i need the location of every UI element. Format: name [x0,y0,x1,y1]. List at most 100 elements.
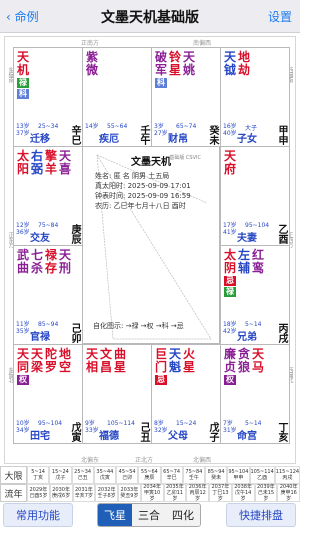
year-cell[interactable]: 2029年 己酉5岁 [27,484,50,502]
year-cell[interactable]: 2032年 壬子8岁 [95,484,118,502]
year-cell[interactable]: 2034年 甲寅10岁 [140,484,164,502]
limit-cell[interactable]: 45~54 己卯 [116,466,139,484]
year-cell[interactable]: 2035年 乙卯11岁 [163,484,187,502]
star-name: 地劫 [238,50,251,77]
star-name: 红鸾 [252,248,265,275]
year-cell[interactable]: 2039年 己未15岁 [254,484,278,502]
palace-cell[interactable]: 破军科铃星天姚 3岁 27岁 65~74 财帛 癸未 [151,47,221,147]
palace-cell[interactable]: 太阴忌禄左辅红鸾 18岁 42岁 5~14 兄弟 丙戌 [220,245,290,345]
star-name: 天机禄科 [17,50,30,99]
star-name: 天钺 [224,50,237,77]
palace-decade: 5~14 [245,321,262,328]
limit-cell[interactable]: 95~104 甲申 [227,466,250,484]
palace-cell[interactable]: 天府 17岁 41岁 95~104 夫妻 乙酉 [220,146,290,246]
limit-cell[interactable]: 65~74 辛巳 [160,466,183,484]
palace-cell[interactable]: 武曲七杀禄存天刑 11岁 35岁 85~94 官禄 己卯 [13,245,83,345]
palace-cell[interactable]: 廉贞权贪狼天马 7岁 31岁 5~14 命宫 丁亥 [220,344,290,444]
year-cell[interactable]: 2033年 癸丑9岁 [118,484,141,502]
limit-cell[interactable]: 5~14 丁亥 [27,466,50,484]
year-cell[interactable]: 2040年 庚申16岁 [277,484,300,502]
palace-footer: 10岁 34岁 95~104 田宅 戊寅 [16,420,80,442]
star-name: 禄存 [45,248,58,275]
star-name: 天府 [224,149,237,176]
year-cell[interactable]: 2036年 丙辰12岁 [186,484,209,502]
star-name: 擎羊 [45,149,58,176]
palace-stem-branch: 甲申 [276,125,287,145]
palace-decade: 105~114 [107,420,135,427]
view-mode-option[interactable]: 四化 [166,504,200,526]
transform-badge: 权 [17,375,30,385]
center-info-line: 姓名: 匿 名 阴男 土五局 [95,172,170,180]
view-mode-option[interactable]: 飞星 [98,504,132,526]
limit-cell[interactable]: 15~24 戊子 [49,466,72,484]
palace-name: 兄弟 [237,332,257,343]
palace-cell[interactable]: 天同权天梁陀罗地空 10岁 34岁 95~104 田宅 戊寅 [13,344,83,444]
palace-decade: 15~24 [176,420,197,427]
star-name: 陀罗 [45,347,58,374]
limit-cell[interactable]: 105~114 乙酉 [249,466,275,484]
center-info-line: 真太阳时: 2025-09-09 17:01 [95,182,191,190]
palace-cell[interactable]: 太阳右弼擎羊天喜 12岁 36岁 75~84 交友 庚辰 [13,146,83,246]
year-cells: 2029年 己酉5岁 2030年 庚戌6岁 2031年 辛亥7岁 2032年 壬子8岁… [27,484,300,502]
star-name: 地空 [59,347,72,374]
common-functions-button[interactable]: 常用功能 [3,503,73,527]
palace-footer: 8岁 32岁 15~24 父母 戊子 [154,420,218,442]
direction-label: 南偏西 [193,40,212,47]
palace-stem-branch: 戊子 [207,422,218,442]
palace-decade: 95~104 [245,222,270,229]
star-name: 太阳 [17,149,30,176]
direction-label: 北偏东 [81,457,100,464]
app-root: { "nav": {"back": "命例", "title": "文墨天机基础… [0,0,301,533]
palace-name: 官禄 [30,332,50,343]
year-cell[interactable]: 2030年 庚戌6岁 [49,484,73,502]
palace-footer: 7岁 31岁 5~14 命宫 丁亥 [223,420,287,442]
center-info-line: 钟表时间: 2025-09-09 16:59 [95,192,191,200]
star-name: 天姚 [183,50,196,77]
palace-stars: 廉贞权贪狼天马 [224,348,264,385]
palace-cell[interactable]: 紫微 14岁 55~64 疾厄 壬午 [82,47,152,147]
limit-cell[interactable]: 115~124 丙戌 [274,466,301,484]
palace-name: 迁移 [30,134,50,145]
palace-cell[interactable]: 天钺地劫 16岁 40岁 大子 子女 甲申 [220,47,290,147]
star-name: 天梁 [31,347,44,374]
transform-badge: 忌 [155,375,168,385]
limit-cell[interactable]: 35~44 戊寅 [93,466,116,484]
limit-cell[interactable]: 25~34 己丑 [71,466,94,484]
view-mode-selector: 飞星 三合 四化 [97,503,201,527]
palace-stars: 武曲七杀禄存天刑 [17,249,71,275]
star-name: 七杀 [31,248,44,275]
palace-ages: 12岁 36岁 [16,222,30,236]
star-name: 破军科 [155,50,168,88]
star-name: 天马 [252,347,265,374]
view-mode-option[interactable]: 三合 [132,504,166,526]
star-name: 天刑 [59,248,72,275]
palace-decade: 55~64 [107,123,128,130]
star-name: 廉贞权 [224,347,237,385]
quick-chart-button[interactable]: 快捷排盘 [226,503,296,527]
palace-cell[interactable]: 天机禄科 13岁 37岁 25~34 迁移 辛巳 [13,47,83,147]
star-name: 文昌 [100,347,113,374]
palace-stars: 天同权天梁陀罗地空 [17,348,71,385]
palace-decade: 5~14 [245,420,262,427]
limit-cell[interactable]: 55~64 庚辰 [138,466,161,484]
palace-decade: 65~74 [176,123,197,130]
limit-cell[interactable]: 75~84 壬午 [182,466,205,484]
palace-ages: 18岁 42岁 [223,321,237,335]
year-cell[interactable]: 2037年 丁巳13岁 [209,484,232,502]
transform-badge: 科 [155,78,168,88]
palace-name: 田宅 [30,431,50,442]
palace-name: 交友 [30,233,50,244]
palace-cell[interactable]: 巨门忌天魁火星 8岁 32岁 15~24 父母 戊子 [151,344,221,444]
palace-footer: 13岁 37岁 25~34 迁移 辛巳 [16,123,80,145]
limit-row-label: 大限 [0,466,27,484]
year-cell[interactable]: 2038年 戊午14岁 [231,484,255,502]
palace-cell[interactable]: 天相文昌曲星 9岁 33岁 105~114 福德 己丑 [82,344,152,444]
limit-cell[interactable]: 85~94 癸未 [205,466,228,484]
palace-footer: 18岁 42岁 5~14 兄弟 丙戌 [223,321,287,343]
year-cell[interactable]: 2031年 辛亥7岁 [72,484,96,502]
star-name: 右弼 [31,149,44,176]
palace-stars: 天机禄科 [17,50,30,99]
center-version: 基础版 CSVIC [169,155,201,161]
settings-button[interactable]: 设置 [268,8,292,25]
star-name: 太阴忌禄 [224,248,237,297]
